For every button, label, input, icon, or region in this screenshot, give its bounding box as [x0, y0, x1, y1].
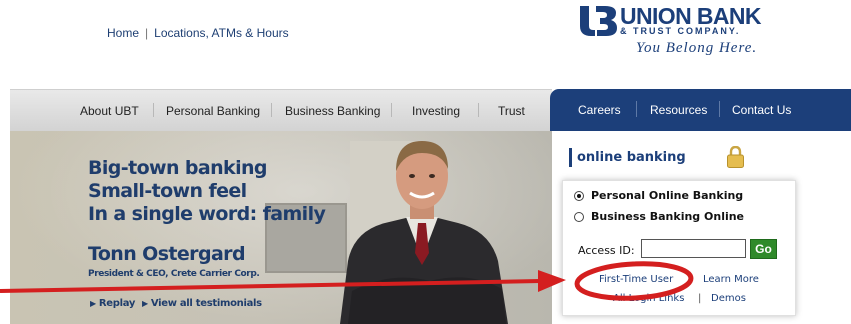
access-id-label: Access ID:: [578, 244, 635, 257]
nav-separator: [271, 103, 272, 117]
nav-item-resources[interactable]: Resources: [650, 103, 707, 117]
home-link[interactable]: Home: [107, 26, 139, 40]
nav-item-investing[interactable]: Investing: [412, 104, 460, 118]
view-all-testimonials-link[interactable]: ▶ View all testimonials: [142, 298, 262, 309]
logo-subtitle: & TRUST COMPANY.: [620, 26, 741, 36]
top-link-separator: |: [145, 26, 149, 40]
hero-headline-1: Big-town banking: [88, 157, 268, 179]
lock-icon: [727, 146, 744, 168]
main-nav: About UBT Personal Banking Business Bank…: [10, 89, 552, 131]
demos-link[interactable]: Demos: [711, 293, 746, 304]
nav-item-contact-us[interactable]: Contact Us: [732, 103, 791, 117]
locations-link[interactable]: Locations, ATMs & Hours: [154, 26, 289, 40]
radio-button[interactable]: [574, 211, 584, 222]
access-id-input[interactable]: [641, 239, 746, 258]
nav-separator: [391, 103, 392, 117]
replay-link[interactable]: ▶ Replay: [90, 298, 135, 309]
nav-item-about[interactable]: About UBT: [80, 104, 139, 118]
nav-separator: [478, 103, 479, 117]
ub-logo-mark-icon: [580, 6, 617, 36]
all-login-links-link[interactable]: All Login Links: [613, 293, 684, 304]
first-time-user-link[interactable]: First-Time User: [599, 274, 673, 285]
testimonial-person-image: [340, 141, 508, 324]
radio-business-banking-online[interactable]: Business Banking Online: [574, 210, 744, 223]
nav-item-personal-banking[interactable]: Personal Banking: [166, 104, 260, 118]
testimonial-title: President & CEO, Crete Carrier Corp.: [88, 269, 260, 279]
logo-tagline: You Belong Here.: [636, 40, 758, 56]
nav-separator: [153, 103, 154, 117]
online-banking-title: online banking: [569, 148, 686, 167]
nav-separator: [636, 101, 637, 117]
nav-item-trust[interactable]: Trust: [498, 104, 525, 118]
hero-banner[interactable]: Big-town banking Small-town feel In a si…: [10, 131, 552, 324]
secondary-nav: Careers Resources Contact Us: [550, 89, 851, 131]
login-link-separator: |: [698, 293, 702, 304]
go-button[interactable]: Go: [750, 239, 777, 259]
play-triangle-icon: ▶: [142, 299, 148, 308]
radio-label-business: Business Banking Online: [591, 210, 745, 223]
nav-separator: [719, 101, 720, 117]
nav-item-business-banking[interactable]: Business Banking: [285, 104, 380, 118]
radio-label-personal: Personal Online Banking: [591, 189, 744, 202]
replay-label: Replay: [98, 298, 136, 309]
radio-personal-online-banking[interactable]: Personal Online Banking: [574, 189, 743, 202]
top-links: Home | Locations, ATMs & Hours: [107, 26, 289, 40]
testimonial-name: Tonn Ostergard: [88, 243, 246, 265]
radio-button-selected[interactable]: [574, 190, 584, 201]
learn-more-link[interactable]: Learn More: [703, 274, 759, 285]
hero-headline-3: In a single word: family: [88, 203, 326, 225]
hero-headline-2: Small-town feel: [88, 180, 247, 202]
play-triangle-icon: ▶: [90, 299, 96, 308]
view-all-label: View all testimonials: [150, 298, 262, 309]
union-bank-logo[interactable]: UNION BANK & TRUST COMPANY. You Belong H…: [580, 3, 830, 66]
nav-item-careers[interactable]: Careers: [578, 103, 621, 117]
